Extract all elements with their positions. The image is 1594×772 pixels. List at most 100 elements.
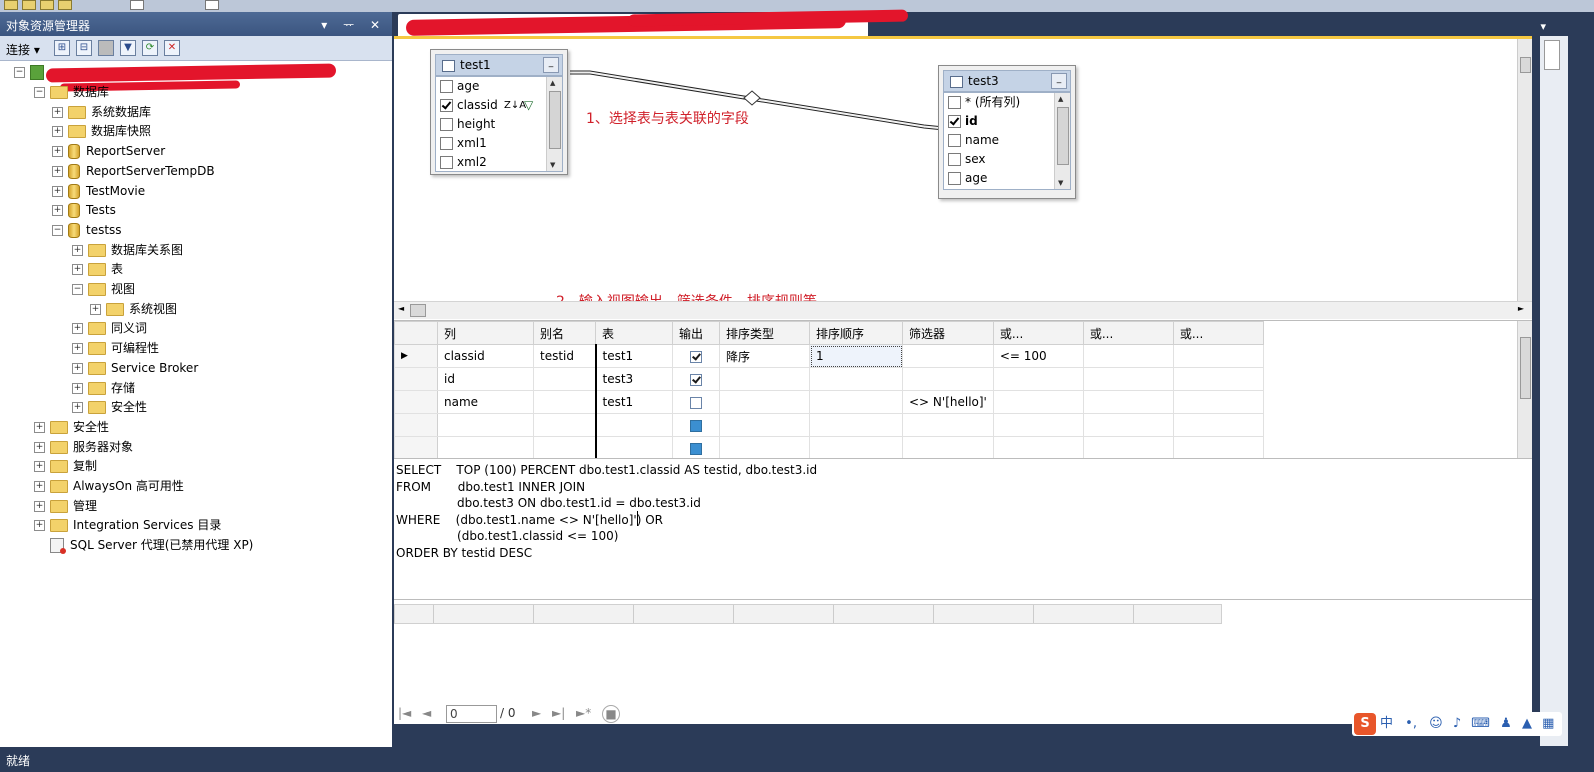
- grid-cell-or1[interactable]: <= 100: [992, 344, 1084, 368]
- disconnect-icon[interactable]: ⊟: [76, 40, 92, 56]
- grid-cell-filter[interactable]: <> N'[hello]': [902, 390, 994, 414]
- expand-icon[interactable]: +: [90, 303, 101, 315]
- grid-cell-alias[interactable]: [533, 367, 597, 391]
- table-test1[interactable]: test1 _ age classid Z↓A ▽ height xml1 xml2 ▲ ▼: [430, 49, 568, 175]
- grid-row[interactable]: name test1 <> N'[hello]': [394, 390, 1264, 414]
- grid-cell-or2[interactable]: [1082, 436, 1174, 460]
- expand-icon[interactable]: +: [34, 441, 45, 453]
- scroll-down-icon[interactable]: ▼: [550, 161, 555, 169]
- expand-icon[interactable]: +: [34, 481, 45, 492]
- grid-header-or2[interactable]: 或...: [1082, 321, 1174, 345]
- expand-icon[interactable]: +: [52, 185, 63, 197]
- record-number-input[interactable]: 0: [446, 705, 497, 723]
- toolbar-icon[interactable]: [40, 0, 54, 10]
- grid-cell-or1[interactable]: [992, 367, 1084, 391]
- expand-icon[interactable]: +: [72, 362, 83, 374]
- grid-cell-column[interactable]: [437, 413, 534, 437]
- grid-cell-or2[interactable]: [1082, 413, 1174, 437]
- output-checkbox[interactable]: [690, 442, 702, 455]
- ime-punctuation-icon[interactable]: •,: [1405, 716, 1417, 731]
- grid-cell-or1[interactable]: [992, 436, 1084, 460]
- tree-node[interactable]: + 安全性: [34, 418, 109, 436]
- field-row[interactable]: * (所有列): [944, 93, 1070, 112]
- keyboard-icon[interactable]: ⌨: [1471, 716, 1490, 731]
- scroll-thumb[interactable]: [1520, 57, 1531, 73]
- refresh-icon[interactable]: ⟳: [142, 40, 158, 56]
- scroll-left-icon[interactable]: ◄: [398, 304, 404, 313]
- table-test1-header[interactable]: test1 _: [435, 54, 563, 76]
- grid-cell-output[interactable]: [672, 344, 720, 368]
- row-selector[interactable]: [394, 436, 438, 460]
- view-designer-tab[interactable]: [398, 9, 909, 36]
- grid-header-output[interactable]: 输出: [672, 321, 720, 345]
- grid-cell-table[interactable]: [595, 413, 673, 437]
- field-checkbox[interactable]: [440, 99, 453, 112]
- minimize-icon[interactable]: _: [543, 57, 559, 73]
- grid-cell-table[interactable]: test1: [595, 344, 673, 368]
- emoji-icon[interactable]: ☺: [1429, 716, 1443, 731]
- grid-cell-sort-order[interactable]: [809, 367, 903, 391]
- grid-cell-filter[interactable]: [902, 344, 994, 368]
- field-row[interactable]: height: [436, 115, 562, 134]
- field-row[interactable]: name: [944, 131, 1070, 150]
- grid-cell-sort-type[interactable]: [719, 413, 810, 437]
- tree-node[interactable]: + 系统视图: [90, 300, 177, 318]
- collapse-icon[interactable]: −: [34, 87, 45, 98]
- expand-icon[interactable]: +: [72, 244, 83, 256]
- scroll-thumb[interactable]: [1057, 107, 1069, 165]
- toolbar-icon[interactable]: [130, 0, 144, 10]
- toolbar-icon[interactable]: [58, 0, 72, 10]
- fields-scrollbar[interactable]: ▲ ▼: [546, 77, 562, 171]
- expand-icon[interactable]: +: [72, 343, 83, 355]
- tree-node[interactable]: + 服务器对象: [34, 438, 133, 456]
- fields-scrollbar[interactable]: ▲ ▼: [1054, 93, 1070, 189]
- stop-query-icon[interactable]: ■: [602, 705, 620, 723]
- grid-cell-or3[interactable]: [1172, 367, 1264, 391]
- field-row[interactable]: classid Z↓A ▽: [436, 96, 562, 115]
- field-row[interactable]: xml1: [436, 134, 562, 153]
- next-record-icon[interactable]: ►: [532, 706, 541, 720]
- tree-node[interactable]: − 数据库: [34, 83, 109, 101]
- field-checkbox[interactable]: [440, 80, 453, 93]
- grid-cell-or1[interactable]: [992, 390, 1084, 414]
- expand-icon[interactable]: +: [34, 421, 45, 433]
- microphone-icon[interactable]: ♪: [1453, 716, 1461, 731]
- scroll-right-icon[interactable]: ►: [1518, 304, 1524, 313]
- ime-mode[interactable]: 中: [1380, 716, 1393, 731]
- grid-cell-filter[interactable]: [902, 436, 994, 460]
- expand-icon[interactable]: +: [52, 165, 63, 177]
- grid-cell-column[interactable]: name: [437, 390, 534, 414]
- expand-icon[interactable]: +: [72, 402, 83, 414]
- grid-header-sort-type[interactable]: 排序类型: [719, 321, 810, 345]
- grid-cell-alias[interactable]: [533, 413, 597, 437]
- expand-icon[interactable]: +: [34, 461, 45, 473]
- grid-cell-sort-order[interactable]: [809, 413, 903, 437]
- expand-icon[interactable]: +: [72, 264, 83, 276]
- output-checkbox[interactable]: [690, 373, 702, 386]
- row-selector[interactable]: [394, 390, 438, 414]
- field-row[interactable]: id: [944, 112, 1070, 131]
- ime-toolbar[interactable]: S中 •, ☺ ♪ ⌨ ♟ ▲ ▦: [1352, 712, 1562, 736]
- grid-header-or3[interactable]: 或...: [1172, 321, 1264, 345]
- diagram-vscrollbar[interactable]: [1517, 39, 1532, 301]
- grid-cell-alias[interactable]: [533, 436, 597, 460]
- output-checkbox[interactable]: [690, 419, 702, 432]
- grid-cell-table[interactable]: test3: [595, 367, 673, 391]
- row-selector[interactable]: [394, 367, 438, 391]
- field-row[interactable]: age: [436, 77, 562, 96]
- join-diamond-icon[interactable]: [743, 90, 761, 106]
- grid-cell-filter[interactable]: [902, 367, 994, 391]
- grid-cell-table[interactable]: [595, 436, 673, 460]
- tree-node[interactable]: + ReportServer: [52, 142, 165, 160]
- scroll-up-icon[interactable]: ▲: [550, 79, 555, 87]
- grid-cell-sort-order[interactable]: [809, 436, 903, 460]
- tree-node[interactable]: + Service Broker: [72, 359, 198, 377]
- grid-cell-column[interactable]: classid: [437, 344, 534, 368]
- grid-header-filter[interactable]: 筛选器: [902, 321, 994, 345]
- tree-node[interactable]: + 同义词: [72, 319, 147, 337]
- expand-icon[interactable]: +: [34, 500, 45, 512]
- grid-cell-or3[interactable]: [1172, 344, 1264, 368]
- grid-row[interactable]: ▶ classid testid test1 降序 1 <= 100: [394, 344, 1264, 368]
- expand-icon[interactable]: +: [52, 205, 63, 217]
- output-checkbox[interactable]: [690, 350, 702, 363]
